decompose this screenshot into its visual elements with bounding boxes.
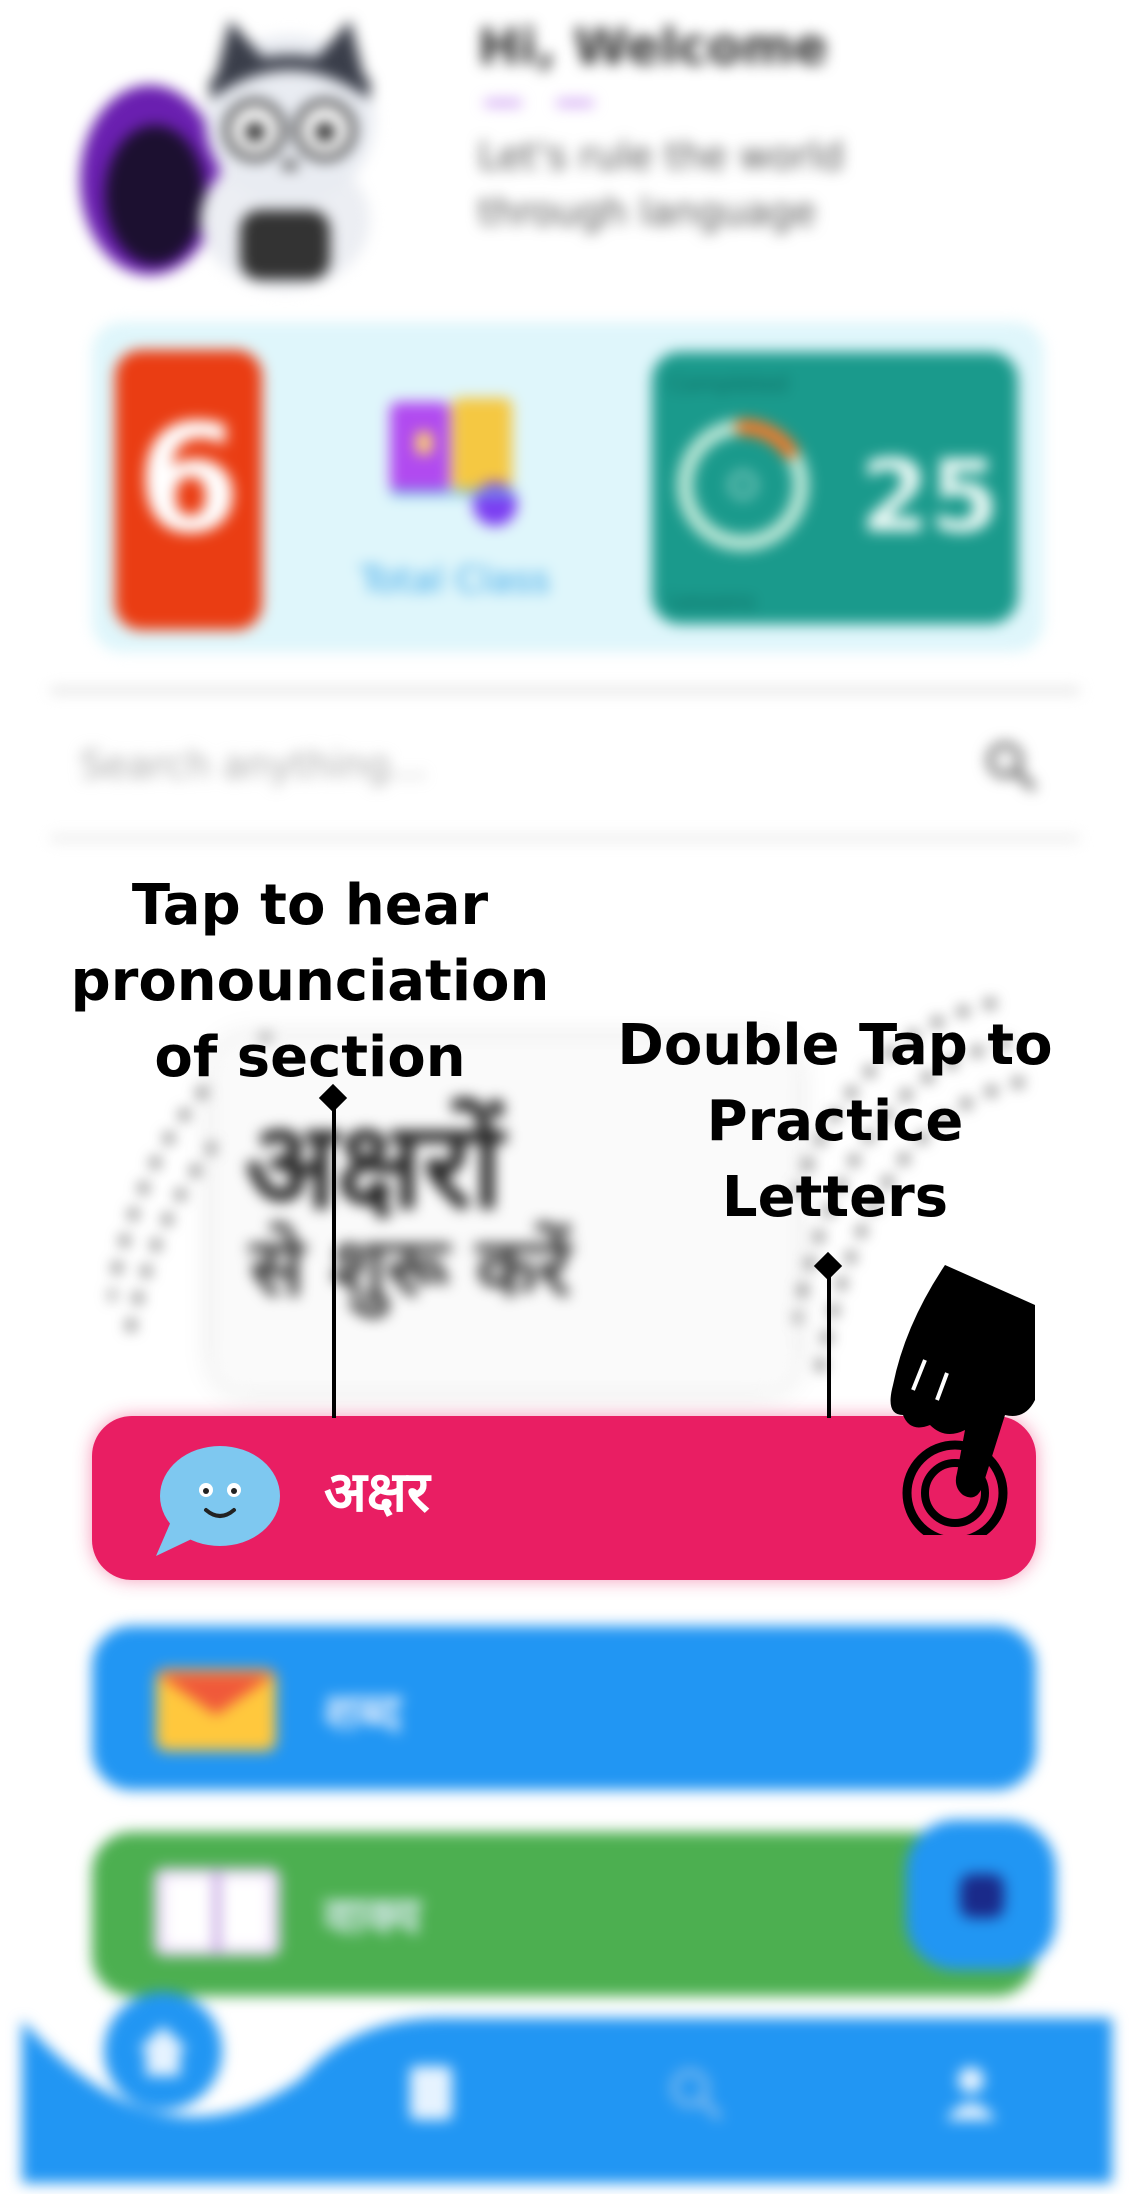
double-tap-hand-icon (890, 1265, 1035, 1535)
progress-top-label: Completed (668, 372, 788, 397)
hint-double-tap-practice: Double Tap to Practice Letters (617, 1013, 1053, 1230)
hint-tap-pronunciation: Tap to hear pronounciation of section (70, 873, 550, 1090)
greeting-underline-right (556, 100, 594, 106)
cat-mascot-icon (80, 20, 375, 290)
search-divider-top (50, 688, 1080, 693)
banner-subtitle: से शुरू करें (250, 1221, 571, 1314)
section-label-sentences: वाक्य (324, 1887, 421, 1945)
tagline: Let's rule the world through language (478, 134, 844, 234)
greeting-title: Hi, Welcome (478, 18, 828, 76)
progress-bottom-label: Lessons (668, 590, 756, 615)
pointer-line-right (827, 1268, 831, 1418)
search-input[interactable] (80, 730, 800, 800)
home-icon (138, 2026, 188, 2076)
search-divider-bottom (50, 836, 1080, 841)
progress-ring (677, 419, 809, 551)
mail-icon (156, 1669, 276, 1751)
section-label-words: शब्द (324, 1683, 402, 1741)
fab-icon (960, 1874, 1004, 1918)
chat-bubble-icon[interactable] (150, 1444, 280, 1559)
open-book-icon (154, 1868, 280, 1956)
total-class-label: Total Class (359, 560, 551, 601)
notes-icon[interactable] (396, 2058, 466, 2128)
profile-icon[interactable] (936, 2058, 1006, 2128)
greeting-underline-left (484, 100, 522, 106)
pointer-line-left (332, 1100, 336, 1418)
app-screen: Hi, Welcome Let's rule the world through… (0, 0, 1135, 2194)
progress-count: 25 (860, 438, 1000, 555)
books-icon (390, 398, 517, 526)
search-icon[interactable] (980, 735, 1040, 795)
search-icon[interactable] (660, 2058, 730, 2128)
streak-count: 6 (136, 393, 241, 567)
section-label-letters: अक्षर (324, 1460, 430, 1525)
